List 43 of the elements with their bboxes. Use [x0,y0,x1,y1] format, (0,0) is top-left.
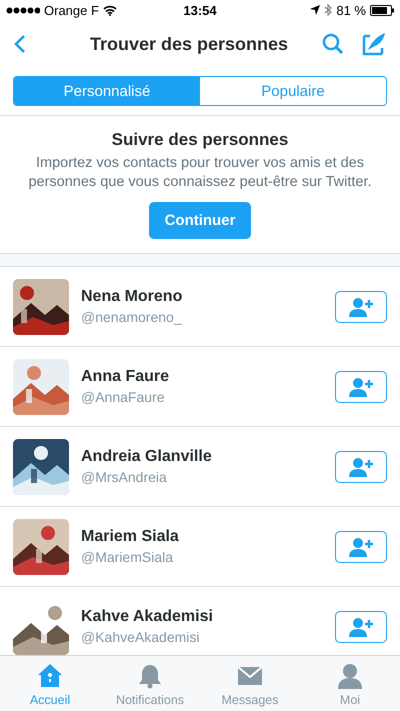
tab-bar-item[interactable]: Moi [300,656,400,711]
follow-button[interactable] [335,530,387,562]
add-person-icon [348,456,374,476]
user-handle: @MariemSiala [81,549,174,565]
user-name: Nena Moreno [81,288,184,306]
wifi-icon [102,4,117,16]
tab-bar-item[interactable]: Messages [200,656,300,711]
follow-button[interactable] [335,370,387,402]
person-icon [336,662,364,690]
continue-button[interactable]: Continuer [148,202,252,239]
user-name: Mariem Siala [81,528,180,546]
section-description: Importez vos contacts pour trouver vos amis et des personnes que vous connaissez peut-être sur Twitter. [27,154,373,192]
back-icon [14,34,26,54]
user-handle: @KahveAkademisi [81,629,200,645]
tab-bar-item[interactable]: Accueil [0,656,100,711]
house-icon [36,662,64,690]
follow-button[interactable] [335,450,387,482]
user-name: Kahve Akademisi [81,608,214,626]
signal-icon [6,6,40,14]
add-person-icon [348,536,374,556]
follow-button[interactable] [335,290,387,322]
battery-percentage: 81 % [336,2,366,18]
add-person-icon [348,616,374,636]
bell-icon [136,662,164,690]
carrier-name: Orange F [44,2,99,18]
add-person-icon [348,376,374,396]
search-icon [322,33,344,55]
add-person-icon [348,296,374,316]
user-handle: @AnnaFaure [81,389,166,405]
follow-button[interactable] [335,610,387,642]
user-handle: @MrsAndreia [81,469,168,485]
battery-icon [370,4,394,16]
feather-pen-icon [362,32,386,56]
user-name: Andreia Glanville [81,448,213,466]
segment-tab[interactable]: Personnalisé [14,77,200,105]
clock-time: 13:54 [183,2,217,18]
tab-bar-item[interactable]: Notifications [100,656,200,711]
bluetooth-icon [324,4,332,16]
location-icon [310,5,320,15]
user-handle: @nenamoreno_ [81,309,183,325]
section-title: Suivre des personnes [112,130,288,150]
page-title: Trouver des personnes [88,34,290,54]
user-name: Anna Faure [81,368,170,386]
